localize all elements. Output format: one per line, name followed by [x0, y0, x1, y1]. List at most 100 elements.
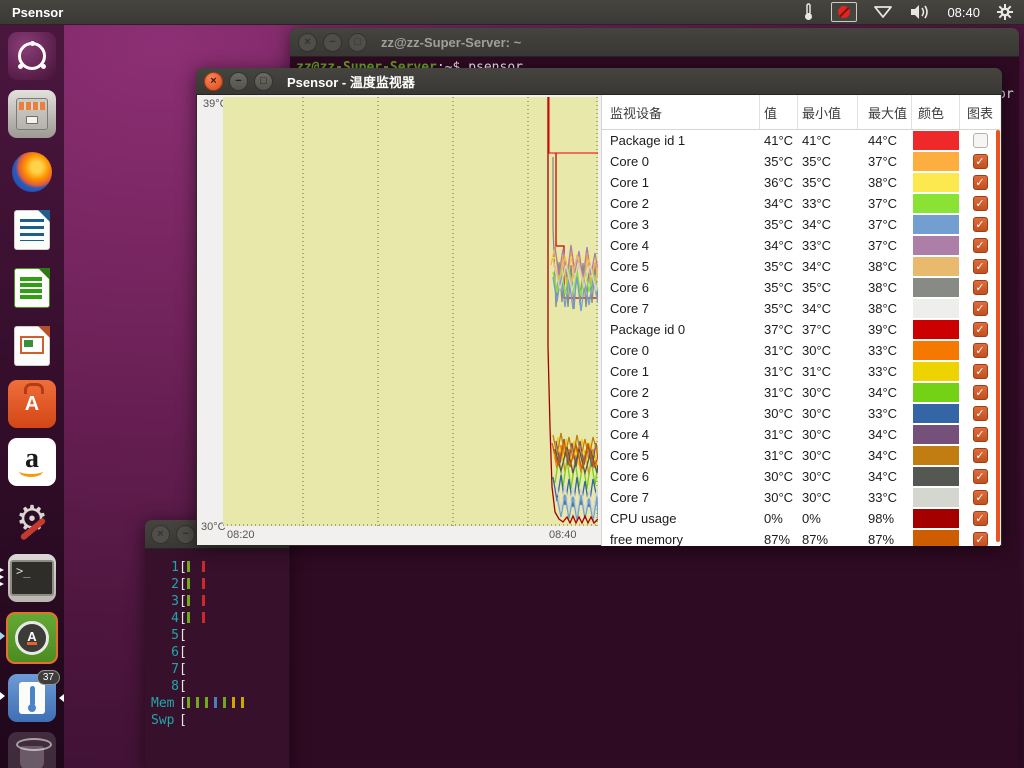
- color-swatch[interactable]: [913, 425, 959, 444]
- launcher-item-firefox[interactable]: [8, 148, 56, 196]
- sensor-name: Core 7: [602, 301, 760, 316]
- color-swatch[interactable]: [913, 362, 959, 381]
- graph-checkbox[interactable]: ✓: [973, 532, 988, 546]
- table-row[interactable]: Core 136°C35°C38°C✓: [602, 172, 1000, 193]
- graph-checkbox[interactable]: ✓: [973, 364, 988, 379]
- graph-checkbox[interactable]: ✓: [973, 322, 988, 337]
- maximize-icon[interactable]: □: [254, 72, 273, 91]
- color-swatch[interactable]: [913, 446, 959, 465]
- launcher-item-software[interactable]: A: [8, 380, 56, 428]
- graph-checkbox[interactable]: ✓: [973, 511, 988, 526]
- graph-checkbox[interactable]: ✓: [973, 301, 988, 316]
- scrollbar[interactable]: [996, 130, 1000, 542]
- table-row[interactable]: Core 330°C30°C33°C✓: [602, 403, 1000, 424]
- table-row[interactable]: Package id 141°C41°C44°C: [602, 130, 1000, 151]
- header-color[interactable]: 颜色: [912, 95, 960, 129]
- table-row[interactable]: Core 131°C31°C33°C✓: [602, 361, 1000, 382]
- color-swatch[interactable]: [913, 215, 959, 234]
- table-row[interactable]: Core 234°C33°C37°C✓: [602, 193, 1000, 214]
- terminal-titlebar[interactable]: × − □ zz@zz-Super-Server: ~: [290, 28, 1019, 57]
- table-row[interactable]: Core 735°C34°C38°C✓: [602, 298, 1000, 319]
- header-device[interactable]: 监视设备: [602, 95, 760, 129]
- color-swatch[interactable]: [913, 299, 959, 318]
- minimize-icon[interactable]: −: [323, 33, 342, 52]
- graph-checkbox[interactable]: ✓: [973, 427, 988, 442]
- header-value[interactable]: 值: [760, 95, 798, 129]
- color-swatch[interactable]: [913, 530, 959, 546]
- color-swatch[interactable]: [913, 341, 959, 360]
- launcher-item-dash[interactable]: [8, 32, 56, 80]
- color-swatch[interactable]: [913, 320, 959, 339]
- color-swatch[interactable]: [913, 257, 959, 276]
- color-swatch[interactable]: [913, 488, 959, 507]
- gear-icon[interactable]: [996, 3, 1014, 21]
- graph-checkbox[interactable]: ✓: [973, 406, 988, 421]
- launcher-item-amazon[interactable]: a: [8, 438, 56, 486]
- table-row[interactable]: CPU usage0%0%98%✓: [602, 508, 1000, 529]
- color-swatch[interactable]: [913, 467, 959, 486]
- graph-checkbox[interactable]: ✓: [973, 343, 988, 358]
- header-max[interactable]: 最大值: [858, 95, 912, 129]
- close-icon[interactable]: ×: [204, 72, 223, 91]
- graph-checkbox[interactable]: ✓: [973, 448, 988, 463]
- color-swatch[interactable]: [913, 194, 959, 213]
- launcher-item-terminal[interactable]: >_: [8, 554, 56, 602]
- graph-checkbox[interactable]: ✓: [973, 217, 988, 232]
- header-graph[interactable]: 图表: [960, 95, 1000, 129]
- active-app-name[interactable]: Psensor: [12, 5, 63, 20]
- graph-checkbox[interactable]: ✓: [973, 280, 988, 295]
- graph-checkbox[interactable]: ✓: [973, 490, 988, 505]
- table-row[interactable]: Core 035°C35°C37°C✓: [602, 151, 1000, 172]
- sensor-table-header[interactable]: 监视设备 值 最小值 最大值 颜色 图表: [602, 95, 1000, 130]
- launcher-item-writer[interactable]: [8, 206, 56, 254]
- graph-checkbox[interactable]: [973, 133, 988, 148]
- clock[interactable]: 08:40: [947, 5, 980, 20]
- color-swatch[interactable]: [913, 173, 959, 192]
- table-row[interactable]: Core 431°C30°C34°C✓: [602, 424, 1000, 445]
- launcher-item-settings[interactable]: ⚙: [8, 496, 56, 544]
- graph-checkbox[interactable]: ✓: [973, 196, 988, 211]
- table-row[interactable]: Core 630°C30°C34°C✓: [602, 466, 1000, 487]
- launcher-item-updater[interactable]: A: [6, 612, 58, 664]
- graph-checkbox[interactable]: ✓: [973, 175, 988, 190]
- volume-icon[interactable]: [909, 4, 931, 20]
- network-icon[interactable]: [873, 5, 893, 19]
- header-min[interactable]: 最小值: [798, 95, 858, 129]
- psensor-window: × − □ Psensor - 温度监视器 39°C 30°C 08:20 08…: [196, 68, 1002, 546]
- table-row[interactable]: Core 730°C30°C33°C✓: [602, 487, 1000, 508]
- close-icon[interactable]: ×: [151, 525, 170, 544]
- graph-checkbox[interactable]: ✓: [973, 154, 988, 169]
- thermometer-icon[interactable]: [802, 3, 815, 21]
- color-swatch[interactable]: [913, 236, 959, 255]
- table-row[interactable]: Core 531°C30°C34°C✓: [602, 445, 1000, 466]
- color-swatch[interactable]: [913, 404, 959, 423]
- psensor-titlebar[interactable]: × − □ Psensor - 温度监视器: [196, 68, 1002, 95]
- launcher-item-trash[interactable]: [8, 732, 56, 768]
- minimize-icon[interactable]: −: [176, 525, 195, 544]
- table-row[interactable]: Core 335°C34°C37°C✓: [602, 214, 1000, 235]
- color-swatch[interactable]: [913, 152, 959, 171]
- graph-checkbox[interactable]: ✓: [973, 259, 988, 274]
- launcher-item-calc[interactable]: [8, 264, 56, 312]
- close-icon[interactable]: ×: [298, 33, 317, 52]
- color-swatch[interactable]: [913, 383, 959, 402]
- launcher-item-psensor[interactable]: 37: [8, 674, 56, 722]
- table-row[interactable]: Core 635°C35°C38°C✓: [602, 277, 1000, 298]
- graph-checkbox[interactable]: ✓: [973, 385, 988, 400]
- table-row[interactable]: Core 031°C30°C33°C✓: [602, 340, 1000, 361]
- table-row[interactable]: free memory87%87%87%✓: [602, 529, 1000, 546]
- table-row[interactable]: Core 535°C34°C38°C✓: [602, 256, 1000, 277]
- table-row[interactable]: Core 231°C30°C34°C✓: [602, 382, 1000, 403]
- color-swatch[interactable]: [913, 278, 959, 297]
- recording-indicator-icon[interactable]: [831, 2, 857, 22]
- table-row[interactable]: Core 434°C33°C37°C✓: [602, 235, 1000, 256]
- minimize-icon[interactable]: −: [229, 72, 248, 91]
- color-swatch[interactable]: [913, 509, 959, 528]
- graph-checkbox[interactable]: ✓: [973, 469, 988, 484]
- maximize-icon[interactable]: □: [348, 33, 367, 52]
- graph-checkbox[interactable]: ✓: [973, 238, 988, 253]
- table-row[interactable]: Package id 037°C37°C39°C✓: [602, 319, 1000, 340]
- launcher-item-files[interactable]: [8, 90, 56, 138]
- launcher-item-impress[interactable]: [8, 322, 56, 370]
- color-swatch[interactable]: [913, 131, 959, 150]
